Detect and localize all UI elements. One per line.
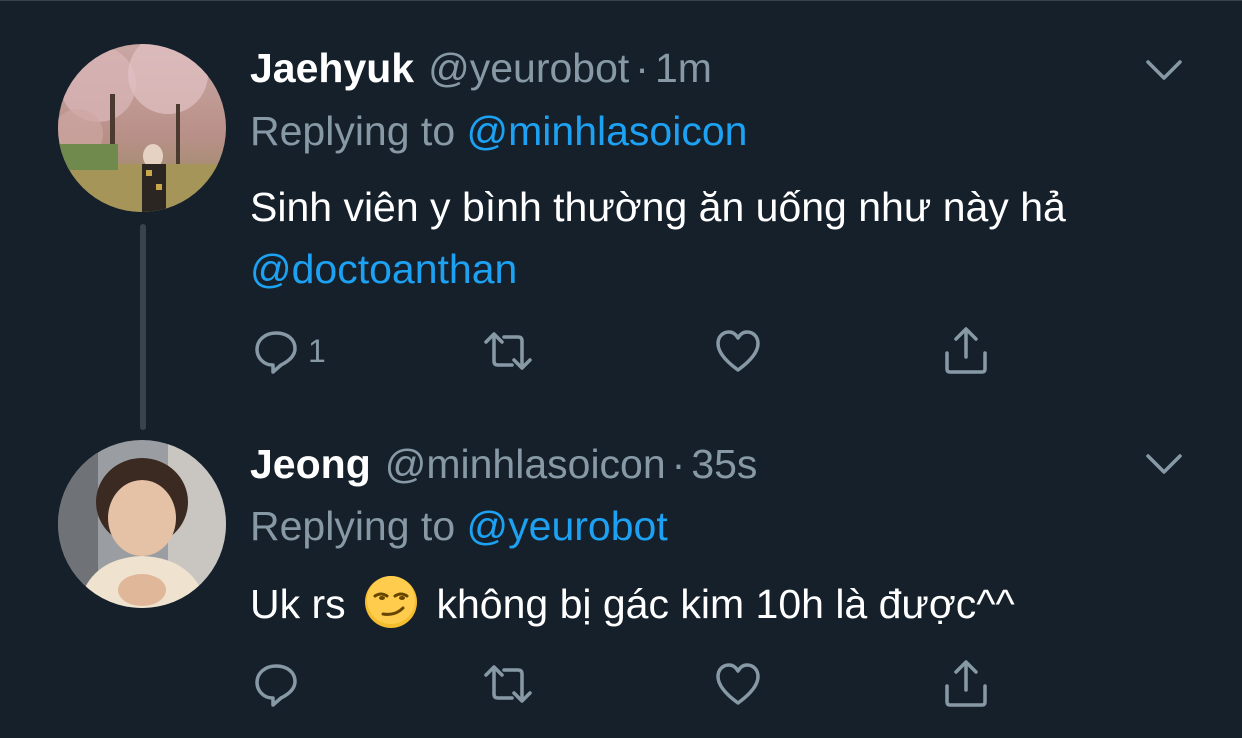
- replying-label: Replying to: [250, 503, 456, 549]
- reply-icon: [255, 664, 297, 707]
- like-button[interactable]: [712, 656, 764, 712]
- tweet[interactable]: Jeong @minhlasoicon · 35s Replying to @yeur…: [0, 0, 1242, 738]
- tweet-header: Jeong @minhlasoicon · 35s: [250, 440, 757, 488]
- tweet-text-content: không bị gác kim 10h là được^^: [436, 581, 1015, 627]
- mention-link[interactable]: @yeurobot: [467, 503, 668, 549]
- user-handle[interactable]: @minhlasoicon: [385, 441, 666, 487]
- replying-to: Replying to @yeurobot: [250, 502, 668, 550]
- share-icon: [945, 660, 987, 707]
- tweet-text-content: Uk rs: [250, 581, 346, 627]
- retweet-icon: [484, 665, 532, 703]
- smirking-face-emoji: [365, 576, 418, 628]
- reply-button[interactable]: [250, 656, 308, 712]
- separator: ·: [671, 441, 686, 487]
- timeline: Jaehyuk @yeurobot · 1m Replying to @minhlas…: [0, 0, 1242, 738]
- retweet-button[interactable]: [482, 656, 534, 712]
- share-button[interactable]: [940, 656, 992, 712]
- chevron-down-icon[interactable]: [1142, 442, 1186, 486]
- like-icon: [716, 663, 760, 705]
- timestamp[interactable]: 35s: [691, 441, 757, 487]
- display-name[interactable]: Jeong: [250, 441, 371, 487]
- tweet-text: Uk rs không bị gác kim 10h là được^^: [250, 573, 1210, 635]
- tweet-actions: [250, 656, 1010, 712]
- avatar[interactable]: [58, 440, 226, 608]
